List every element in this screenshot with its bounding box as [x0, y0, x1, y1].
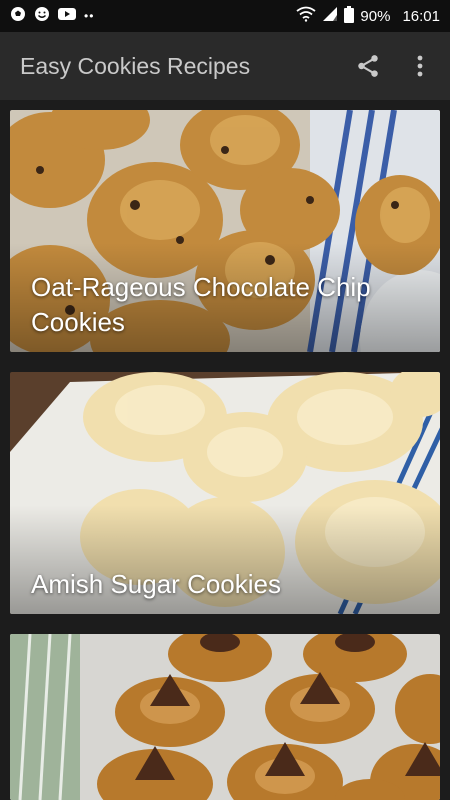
clock: 16:01 [402, 7, 440, 25]
app-bar: Easy Cookies Recipes [0, 32, 450, 100]
recipe-title: Oat-Rageous Chocolate Chip Cookies [31, 272, 371, 337]
app-actions [354, 52, 434, 80]
status-bar: •• 90% 16:01 [0, 0, 450, 32]
recipe-card[interactable] [10, 634, 440, 800]
soccer-ball-icon [10, 6, 26, 26]
share-button[interactable] [354, 52, 382, 80]
overflow-menu-button[interactable] [406, 52, 434, 80]
recipe-card[interactable]: Amish Sugar Cookies [10, 372, 440, 614]
recipe-title: Amish Sugar Cookies [31, 569, 281, 599]
share-icon [358, 55, 378, 77]
status-left: •• [10, 6, 94, 26]
battery-icon [344, 5, 355, 27]
status-right: 90% 16:01 [296, 5, 440, 27]
app-title: Easy Cookies Recipes [20, 52, 251, 79]
signal-icon [322, 6, 338, 26]
battery-percent: 90% [360, 7, 391, 25]
recipe-image [10, 634, 440, 800]
recipe-card[interactable]: Oat-Rageous Chocolate Chip Cookies [10, 110, 440, 352]
youtube-icon [58, 7, 76, 25]
smiley-icon [34, 6, 50, 26]
wifi-icon [296, 6, 316, 26]
more-dots-icon: •• [84, 9, 95, 23]
overflow-menu-icon [417, 55, 423, 77]
